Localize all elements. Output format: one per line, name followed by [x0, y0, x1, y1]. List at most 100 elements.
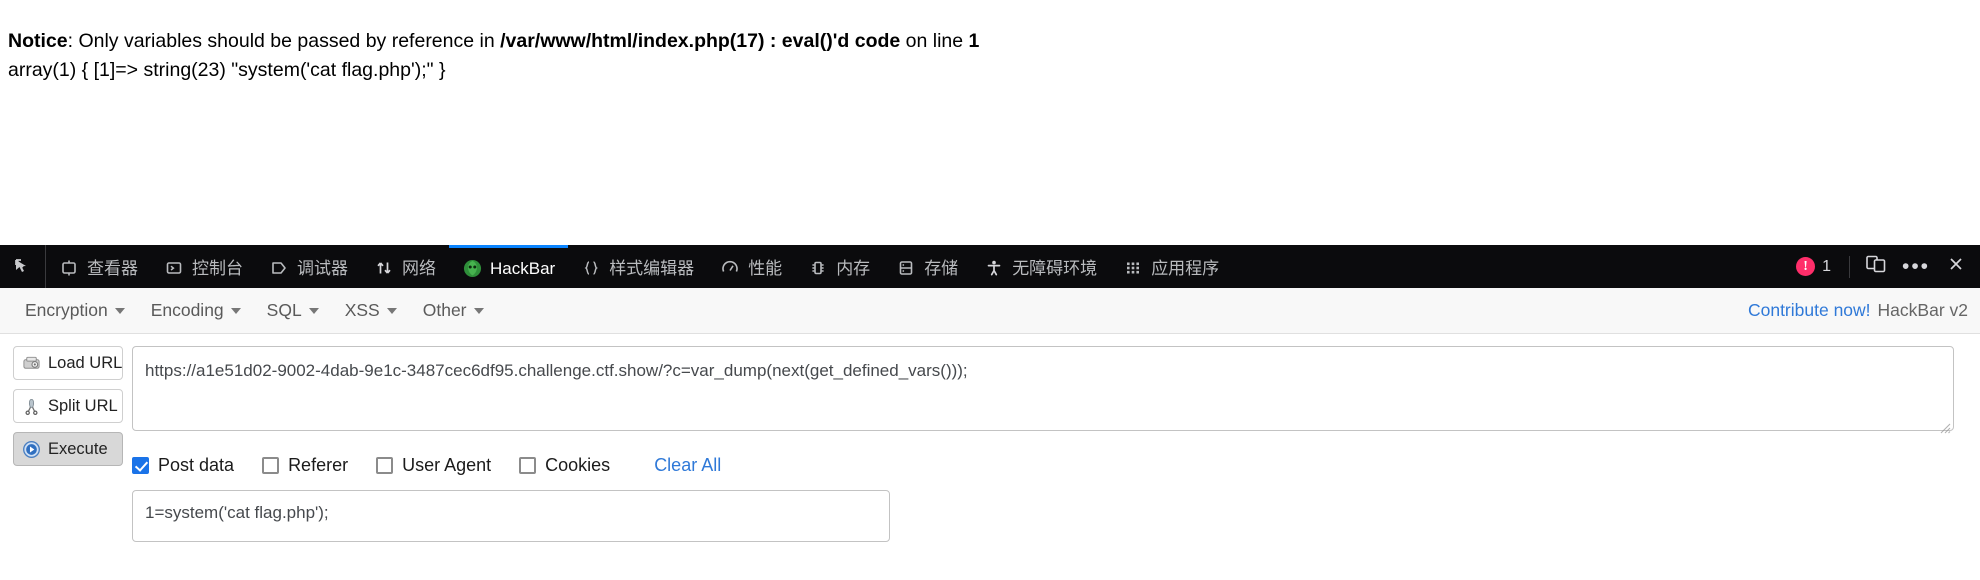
tab-hackbar-label: HackBar	[490, 258, 556, 278]
responsive-design-mode-icon	[1865, 254, 1887, 279]
option-cookies[interactable]: Cookies	[519, 455, 610, 476]
menu-xss-label: XSS	[344, 300, 380, 320]
chevron-down-icon	[308, 307, 319, 314]
tab-debugger[interactable]: 调试器	[256, 245, 361, 288]
tab-console[interactable]: 控制台	[151, 245, 256, 288]
hackbar-action-buttons: Load URL Split URL Execute	[13, 346, 123, 547]
close-icon	[1947, 255, 1965, 278]
chevron-down-icon	[114, 307, 125, 314]
tab-style-editor[interactable]: 样式编辑器	[568, 245, 707, 288]
option-post-data[interactable]: Post data	[132, 455, 234, 476]
menu-other-label: Other	[422, 300, 467, 320]
load-url-button[interactable]: Load URL	[13, 346, 123, 380]
tab-network-label: 网络	[402, 258, 436, 278]
load-url-label: Load URL	[48, 353, 123, 372]
cookies-checkbox[interactable]	[519, 456, 537, 474]
chevron-down-icon	[386, 307, 397, 314]
network-icon	[374, 258, 394, 278]
split-url-button[interactable]: Split URL	[13, 389, 123, 423]
memory-icon	[808, 258, 828, 278]
devtools-toolbar: 查看器 控制台 调试器 网络 HackBar 样式编辑器 性能 内存 存储 无障…	[0, 245, 1980, 288]
notice-file-path: /var/www/html/index.php(17) : eval()'d c…	[500, 30, 901, 52]
menu-other[interactable]: Other	[410, 294, 497, 327]
notice-label: Notice	[8, 30, 68, 52]
tab-application-label: 应用程序	[1151, 258, 1220, 278]
tab-console-label: 控制台	[192, 258, 243, 278]
php-var-dump-output: array(1) { [1]=> string(23) "system('cat…	[8, 59, 446, 81]
element-picker-icon	[13, 257, 33, 277]
notice-text-2: on line	[900, 30, 969, 52]
devtools-tab-list: 查看器 控制台 调试器 网络 HackBar 样式编辑器 性能 内存 存储 无障…	[46, 245, 1232, 288]
hackbar-panel: Encryption Encoding SQL XSS Other Contri…	[0, 288, 1980, 580]
request-options-row: Post data Referer User Agent Cookies Cle…	[132, 452, 1970, 478]
option-user-agent[interactable]: User Agent	[376, 455, 491, 476]
notice-line-number: 1	[968, 30, 980, 52]
option-referer[interactable]: Referer	[262, 455, 348, 476]
hackbar-menubar-right: Contribute now! HackBar v2	[1748, 300, 1968, 321]
post-data-checkbox[interactable]	[132, 456, 149, 474]
hackbar-version-label: HackBar v2	[1877, 300, 1968, 320]
hackbar-menubar: Encryption Encoding SQL XSS Other Contri…	[0, 288, 1980, 334]
application-icon	[1123, 258, 1143, 278]
hackbar-main-column: Post data Referer User Agent Cookies Cle…	[123, 346, 1970, 547]
element-picker-button[interactable]	[0, 245, 46, 288]
execute-button[interactable]: Execute	[13, 432, 123, 466]
split-url-label: Split URL	[48, 396, 118, 415]
tab-memory[interactable]: 内存	[795, 245, 883, 288]
referer-checkbox[interactable]	[262, 456, 280, 474]
execute-label: Execute	[48, 439, 108, 458]
storage-icon	[896, 258, 916, 278]
tab-performance-label: 性能	[748, 258, 783, 278]
hackbar-logo-icon	[462, 258, 482, 278]
tab-storage-label: 存储	[924, 258, 959, 278]
devtools-toolbar-right: ! 1 •••	[1784, 245, 1980, 288]
tab-hackbar[interactable]: HackBar	[449, 245, 569, 288]
referer-label: Referer	[288, 454, 349, 475]
tab-application[interactable]: 应用程序	[1110, 245, 1232, 288]
tab-accessibility[interactable]: 无障碍环境	[971, 245, 1110, 288]
debugger-icon	[269, 258, 289, 278]
cookies-label: Cookies	[545, 454, 611, 475]
url-textarea-wrapper	[132, 346, 1954, 436]
php-notice-line: Notice: Only variables should be passed …	[8, 28, 1972, 54]
contribute-link[interactable]: Contribute now!	[1748, 300, 1871, 321]
post-data-label: Post data	[158, 454, 235, 475]
inspector-icon	[59, 258, 79, 278]
user-agent-checkbox[interactable]	[376, 456, 394, 474]
tab-storage[interactable]: 存储	[883, 245, 971, 288]
chevron-down-icon	[230, 307, 241, 314]
tab-memory-label: 内存	[836, 258, 871, 278]
tab-style-editor-label: 样式编辑器	[609, 258, 695, 278]
menu-encoding-label: Encoding	[150, 300, 224, 320]
tab-inspector[interactable]: 查看器	[46, 245, 151, 288]
menu-encryption-label: Encryption	[25, 300, 108, 320]
menu-xss[interactable]: XSS	[332, 294, 410, 327]
browser-page-content: Notice: Only variables should be passed …	[0, 0, 1980, 245]
hackbar-body: Load URL Split URL Execute https://a1e51…	[0, 334, 1980, 547]
tab-inspector-label: 查看器	[87, 258, 138, 278]
more-options-button[interactable]: •••	[1896, 245, 1936, 288]
post-data-wrapper	[132, 490, 1970, 547]
toolbar-divider	[1849, 255, 1850, 278]
console-icon	[164, 258, 184, 278]
menu-encryption[interactable]: Encryption	[12, 294, 138, 327]
error-count-label: 1	[1822, 257, 1831, 275]
tab-network[interactable]: 网络	[361, 245, 449, 288]
url-input[interactable]	[132, 346, 1954, 431]
post-data-input[interactable]	[132, 490, 890, 542]
split-url-icon	[22, 397, 41, 416]
menu-sql[interactable]: SQL	[254, 294, 332, 327]
close-devtools-button[interactable]	[1936, 245, 1976, 288]
responsive-design-mode-button[interactable]	[1856, 245, 1896, 288]
user-agent-label: User Agent	[402, 454, 492, 475]
more-options-icon: •••	[1901, 255, 1931, 278]
clear-all-link[interactable]: Clear All	[654, 455, 721, 476]
menu-sql-label: SQL	[266, 300, 302, 320]
tab-accessibility-label: 无障碍环境	[1012, 258, 1098, 278]
tab-performance[interactable]: 性能	[707, 245, 795, 288]
menu-encoding[interactable]: Encoding	[138, 294, 254, 327]
style-editor-icon	[581, 258, 601, 278]
performance-icon	[720, 258, 740, 278]
error-count-button[interactable]: ! 1	[1784, 257, 1843, 276]
error-badge-icon: !	[1796, 257, 1816, 276]
